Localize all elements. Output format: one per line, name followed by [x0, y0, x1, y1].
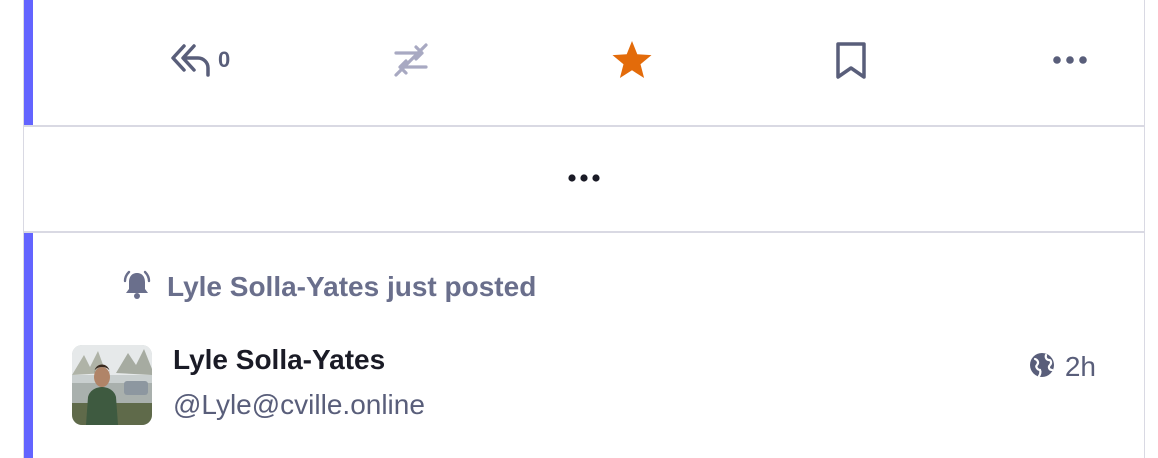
divider [24, 231, 1144, 233]
author-handle[interactable]: @Lyle@cville.online [173, 389, 425, 421]
timeline-column: 0 Lyle Solla-Yates just posted Lyle Soll… [23, 0, 1145, 458]
status-prepend: Lyle Solla-Yates just posted [121, 268, 536, 306]
avatar[interactable] [72, 345, 152, 425]
bookmark-icon [834, 40, 868, 80]
reply-count: 0 [218, 47, 231, 72]
ellipsis-icon [1052, 54, 1088, 66]
reply-button[interactable]: 0 [170, 38, 230, 82]
bell-ringing-icon [121, 269, 153, 306]
favourite-button[interactable] [610, 38, 654, 82]
author-display-name[interactable]: Lyle Solla-Yates [173, 344, 385, 376]
status-accent-bar [24, 233, 33, 458]
status-action-bar: 0 [24, 0, 1144, 125]
status-meta: 2h [1029, 349, 1096, 385]
more-options-button[interactable] [1052, 38, 1088, 82]
star-icon [610, 39, 654, 81]
boost-disabled-icon [390, 39, 432, 81]
load-more-button[interactable] [24, 127, 1144, 231]
boost-button[interactable] [390, 38, 432, 82]
globe-icon [1029, 352, 1055, 383]
notification-text: Lyle Solla-Yates just posted [167, 271, 537, 302]
ellipsis-icon [567, 170, 601, 188]
reply-all-icon [170, 42, 212, 78]
bookmark-button[interactable] [834, 38, 868, 82]
status-timestamp[interactable]: 2h [1065, 351, 1096, 383]
